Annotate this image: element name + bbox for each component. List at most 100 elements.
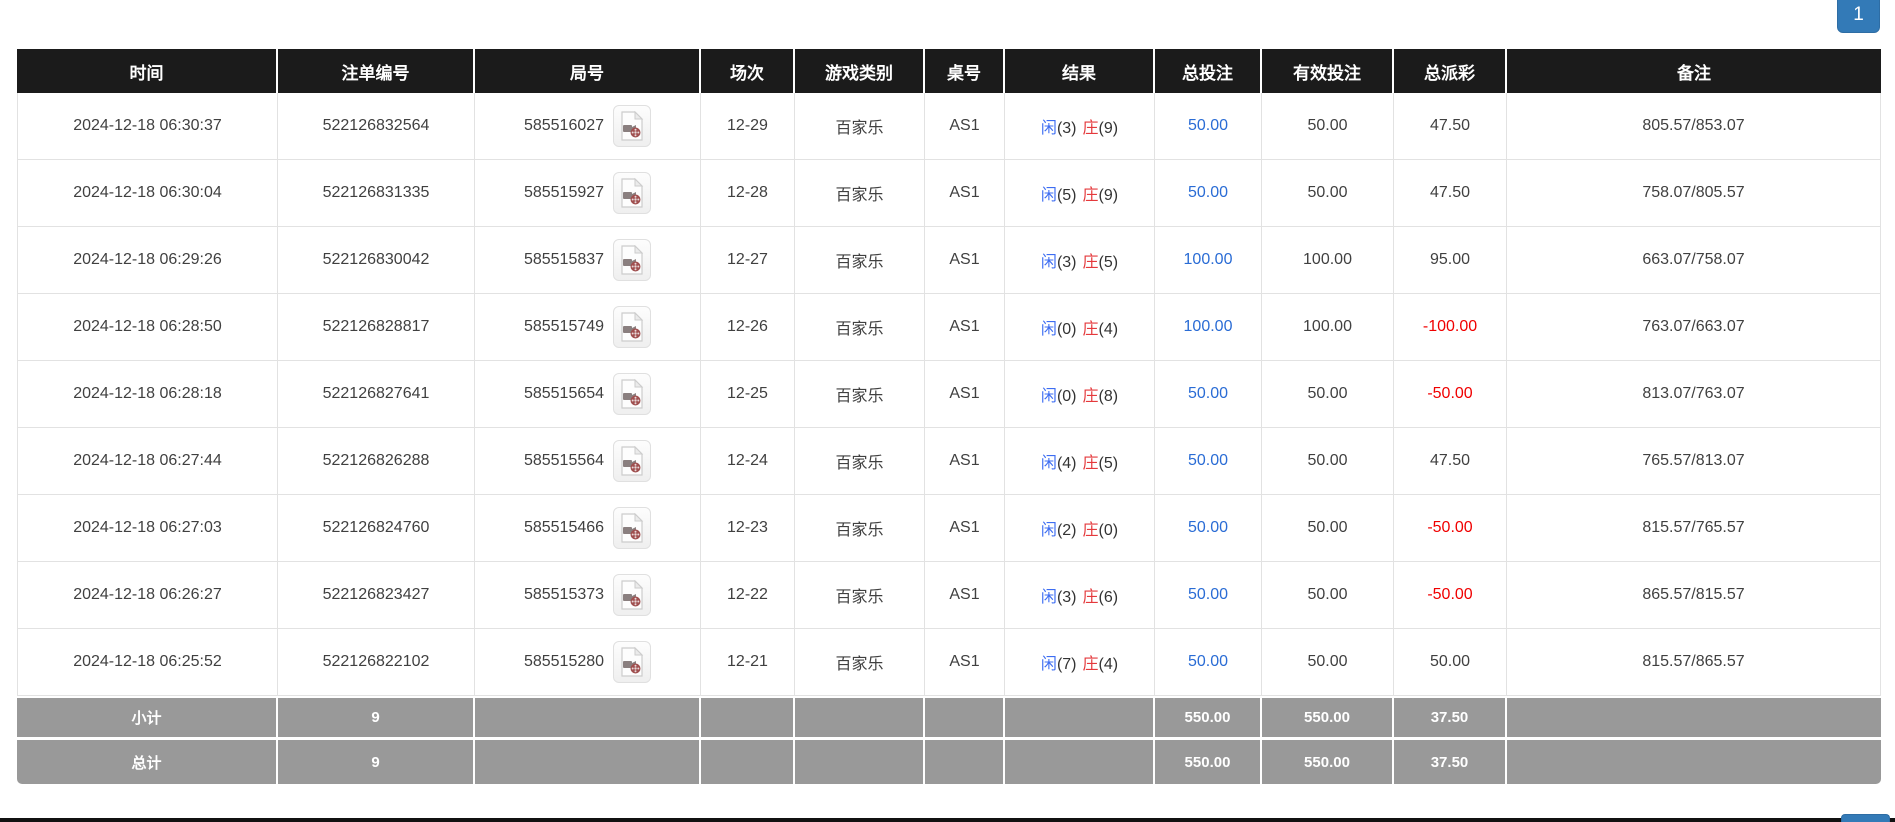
table-row: 2024-12-18 06:27:03 522126824760 5855154… <box>17 495 1881 562</box>
total-count: 9 <box>278 740 475 784</box>
valid-bet-cell: 50.00 <box>1262 629 1394 696</box>
game-type-cell: 百家乐 <box>795 227 925 294</box>
round-id: 585515654 <box>523 385 605 402</box>
pagination-page-label: 1 <box>1853 4 1864 25</box>
table-row: 2024-12-18 06:28:18 522126827641 5855156… <box>17 361 1881 428</box>
video-preview-button[interactable] <box>613 239 652 281</box>
total-bet-link[interactable]: 50.00 <box>1155 428 1262 495</box>
player-result: 闲(3) <box>1040 120 1077 137</box>
player-result: 闲(0) <box>1040 321 1077 338</box>
bet-id-cell: 522126826288 <box>278 428 475 495</box>
table-no-cell: AS1 <box>925 562 1005 629</box>
table-row: 2024-12-18 06:30:04 522126831335 5855159… <box>17 160 1881 227</box>
total-bet-link[interactable]: 50.00 <box>1155 495 1262 562</box>
payout-cell: 95.00 <box>1394 227 1507 294</box>
remark-cell: 805.57/853.07 <box>1507 93 1881 160</box>
video-preview-button[interactable] <box>613 507 652 549</box>
video-preview-button[interactable] <box>613 172 652 214</box>
result-cell: 闲(3) 庄(6) <box>1005 562 1155 629</box>
player-result: 闲(2) <box>1040 522 1077 539</box>
header-payout: 总派彩 <box>1394 49 1507 93</box>
banker-result: 庄(0) <box>1082 522 1119 539</box>
round-cell: 585515749 <box>475 294 701 361</box>
banker-result: 庄(9) <box>1082 187 1119 204</box>
payout-cell: 47.50 <box>1394 428 1507 495</box>
bet-id-cell: 522126828817 <box>278 294 475 361</box>
header-round: 局号 <box>475 49 701 93</box>
table-row: 2024-12-18 06:29:26 522126830042 5855158… <box>17 227 1881 294</box>
table-no-cell: AS1 <box>925 93 1005 160</box>
round-cell: 585515837 <box>475 227 701 294</box>
payout-cell: -50.00 <box>1394 361 1507 428</box>
total-bet-link[interactable]: 50.00 <box>1155 562 1262 629</box>
video-film-document-icon <box>621 312 644 342</box>
bet-id-cell: 522126831335 <box>278 160 475 227</box>
bet-id-cell: 522126827641 <box>278 361 475 428</box>
bet-records-table-wrap: 时间 注单编号 局号 场次 游戏类别 桌号 结果 总投注 有效投注 总派彩 备注… <box>17 49 1881 784</box>
total-bet-link[interactable]: 100.00 <box>1155 294 1262 361</box>
pagination-page-1-button[interactable]: 1 <box>1837 0 1880 33</box>
video-preview-button[interactable] <box>613 105 652 147</box>
bottom-pagination-button[interactable] <box>1841 814 1890 822</box>
subtotal-row: 小计 9 550.00 550.00 37.50 <box>17 696 1881 740</box>
valid-bet-cell: 50.00 <box>1262 428 1394 495</box>
payout-cell: -50.00 <box>1394 562 1507 629</box>
player-result: 闲(3) <box>1040 589 1077 606</box>
bet-id-cell: 522126823427 <box>278 562 475 629</box>
total-bet-link[interactable]: 50.00 <box>1155 160 1262 227</box>
table-no-cell: AS1 <box>925 629 1005 696</box>
table-no-cell: AS1 <box>925 294 1005 361</box>
result-cell: 闲(4) 庄(5) <box>1005 428 1155 495</box>
subtotal-label: 小计 <box>17 696 278 740</box>
remark-cell: 815.57/765.57 <box>1507 495 1881 562</box>
total-bet-link[interactable]: 50.00 <box>1155 361 1262 428</box>
header-remark: 备注 <box>1507 49 1881 93</box>
banker-result: 庄(9) <box>1082 120 1119 137</box>
game-type-cell: 百家乐 <box>795 562 925 629</box>
round-cell: 585515280 <box>475 629 701 696</box>
payout-cell: -50.00 <box>1394 495 1507 562</box>
bet-id-cell: 522126824760 <box>278 495 475 562</box>
result-cell: 闲(0) 庄(4) <box>1005 294 1155 361</box>
video-film-document-icon <box>621 513 644 543</box>
remark-cell: 763.07/663.07 <box>1507 294 1881 361</box>
session-cell: 12-28 <box>701 160 795 227</box>
valid-bet-cell: 50.00 <box>1262 93 1394 160</box>
session-cell: 12-23 <box>701 495 795 562</box>
payout-cell: -100.00 <box>1394 294 1507 361</box>
player-result: 闲(3) <box>1040 254 1077 271</box>
bet-records-table: 时间 注单编号 局号 场次 游戏类别 桌号 结果 总投注 有效投注 总派彩 备注… <box>17 49 1881 784</box>
video-preview-button[interactable] <box>613 641 652 683</box>
time-cell: 2024-12-18 06:27:03 <box>17 495 278 562</box>
result-cell: 闲(7) 庄(4) <box>1005 629 1155 696</box>
video-preview-button[interactable] <box>613 574 652 616</box>
game-type-cell: 百家乐 <box>795 629 925 696</box>
video-preview-button[interactable] <box>613 440 652 482</box>
video-preview-button[interactable] <box>613 306 652 348</box>
player-result: 闲(7) <box>1040 656 1077 673</box>
time-cell: 2024-12-18 06:28:18 <box>17 361 278 428</box>
remark-cell: 758.07/805.57 <box>1507 160 1881 227</box>
table-no-cell: AS1 <box>925 495 1005 562</box>
time-cell: 2024-12-18 06:30:04 <box>17 160 278 227</box>
round-cell: 585515373 <box>475 562 701 629</box>
total-bet-link[interactable]: 50.00 <box>1155 629 1262 696</box>
result-cell: 闲(5) 庄(9) <box>1005 160 1155 227</box>
round-id: 585515280 <box>523 653 605 670</box>
game-type-cell: 百家乐 <box>795 361 925 428</box>
time-cell: 2024-12-18 06:28:50 <box>17 294 278 361</box>
video-preview-button[interactable] <box>613 373 652 415</box>
total-label: 总计 <box>17 740 278 784</box>
banker-result: 庄(6) <box>1082 589 1119 606</box>
session-cell: 12-22 <box>701 562 795 629</box>
round-id: 585515837 <box>523 251 605 268</box>
valid-bet-cell: 50.00 <box>1262 495 1394 562</box>
total-bet-link[interactable]: 50.00 <box>1155 93 1262 160</box>
table-row: 2024-12-18 06:30:37 522126832564 5855160… <box>17 93 1881 160</box>
video-film-document-icon <box>621 178 644 208</box>
banker-result: 庄(5) <box>1082 455 1119 472</box>
total-bet-link[interactable]: 100.00 <box>1155 227 1262 294</box>
valid-bet-cell: 50.00 <box>1262 160 1394 227</box>
result-cell: 闲(0) 庄(8) <box>1005 361 1155 428</box>
total-row: 总计 9 550.00 550.00 37.50 <box>17 740 1881 784</box>
